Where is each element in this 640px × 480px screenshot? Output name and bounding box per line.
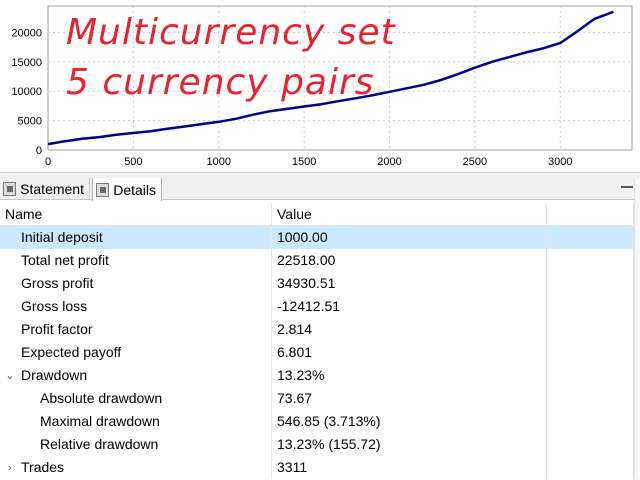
row-name: Trades (21, 459, 65, 475)
vertical-scrollbar[interactable] (634, 178, 640, 480)
tab-details-label: Details (113, 181, 156, 198)
table-row-group-drawdown[interactable]: ⌄ Drawdown 13.23% (0, 364, 640, 387)
table-row[interactable]: Total net profit 22518.00 (0, 249, 640, 272)
row-name: Gross loss (21, 298, 88, 314)
table-row[interactable]: Expected payoff 6.801 (0, 341, 640, 364)
row-value: 2.814 (277, 321, 313, 337)
table-row-child[interactable]: Maximal drawdown 546.85 (3.713%) (0, 410, 640, 433)
chart-annotation-subtitle: 5 currency pairs (66, 62, 375, 103)
table-row[interactable]: Profit factor 2.814 (0, 318, 640, 341)
row-value: -12412.51 (277, 298, 341, 314)
table-row-group-trades[interactable]: › Trades 3311 (0, 456, 640, 479)
row-value: 6.801 (277, 344, 313, 360)
x-tick-label: 2500 (463, 156, 487, 168)
column-header-empty (547, 203, 634, 226)
y-tick-label: 10000 (11, 86, 42, 98)
table-header: Name Value (0, 203, 640, 226)
row-name: Expected payoff (21, 344, 122, 360)
tab-statement-label: Statement (20, 181, 84, 197)
row-value: 546.85 (3.713%) (277, 413, 381, 429)
row-value: 3311 (277, 459, 308, 475)
tab-statement[interactable]: Statement (0, 178, 90, 200)
column-header-value[interactable]: Value (272, 203, 547, 226)
y-tick-label: 20000 (11, 27, 42, 39)
row-value: 13.23% (155.72) (277, 436, 381, 452)
y-tick-label: 5000 (18, 116, 42, 128)
row-value: 1000.00 (277, 229, 328, 245)
table-row[interactable]: Gross loss -12412.51 (0, 295, 640, 318)
row-name: Drawdown (21, 367, 88, 383)
row-name: Relative drawdown (40, 436, 159, 452)
row-value: 22518.00 (277, 252, 336, 268)
equity-chart-panel: 0 5000 10000 15000 20000 0 500 1000 1500 2000 2500… (0, 0, 640, 172)
row-name: Total net profit (21, 252, 109, 268)
table-row-child[interactable]: Absolute drawdown 73.67 (0, 387, 640, 410)
row-value: 73.67 (277, 390, 313, 406)
row-name: Initial deposit (21, 229, 103, 245)
details-table: Name Value Initial deposit 1000.00 Total… (0, 203, 640, 479)
table-row-child[interactable]: Relative drawdown 13.23% (155.72) (0, 433, 640, 456)
table-row[interactable]: Initial deposit 1000.00 (0, 226, 640, 249)
chart-annotation-title: Multicurrency set (66, 12, 396, 53)
y-tick-label: 0 (36, 145, 42, 157)
x-tick-label: 2000 (377, 156, 401, 168)
row-name: Profit factor (21, 321, 93, 337)
x-tick-label: 1000 (207, 156, 231, 168)
tab-details[interactable]: Details (92, 178, 162, 201)
statement-icon (3, 182, 17, 196)
x-tick-label: 500 (124, 156, 142, 168)
x-tick-label: 0 (45, 156, 51, 168)
column-header-name[interactable]: Name (0, 203, 272, 226)
row-value: 34930.51 (277, 275, 336, 291)
minimize-panel-icon[interactable] (621, 180, 633, 188)
table-row[interactable]: Gross profit 34930.51 (0, 272, 640, 295)
row-value: 13.23% (277, 367, 325, 383)
x-tick-label: 1500 (292, 156, 316, 168)
tab-bar: Statement Details (0, 178, 640, 201)
y-tick-label: 15000 (11, 57, 42, 69)
row-name: Maximal drawdown (40, 413, 160, 429)
x-tick-label: 3000 (548, 156, 572, 168)
row-name: Gross profit (21, 275, 94, 291)
details-icon (96, 182, 110, 197)
row-name: Absolute drawdown (40, 390, 163, 406)
